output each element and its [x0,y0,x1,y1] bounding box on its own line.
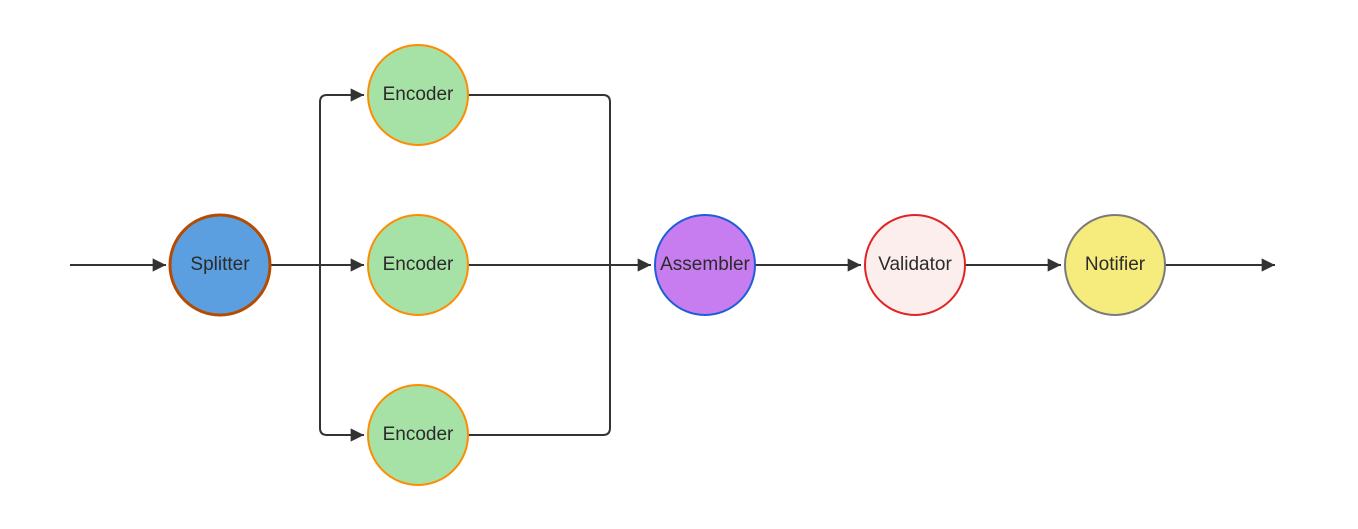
node-validator: Validator [865,215,965,315]
edge-encoder3-assembler [468,265,610,435]
node-splitter-label: Splitter [190,254,250,275]
pipeline-diagram: Splitter Encoder Encoder Encoder Assembl… [0,0,1358,529]
node-splitter: Splitter [170,215,270,315]
node-encoder-2-label: Encoder [383,254,454,275]
node-encoder-3: Encoder [368,385,468,485]
edge-encoder1-assembler [468,95,610,265]
node-encoder-3-label: Encoder [383,424,454,445]
node-assembler: Assembler [655,215,755,315]
node-assembler-label: Assembler [660,254,750,275]
node-encoder-1: Encoder [368,45,468,145]
node-notifier: Notifier [1065,215,1165,315]
edge-splitter-encoder1 [320,95,364,265]
node-encoder-1-label: Encoder [383,84,454,105]
node-encoder-2: Encoder [368,215,468,315]
node-validator-label: Validator [878,254,952,275]
node-notifier-label: Notifier [1085,254,1146,275]
edge-splitter-encoder3 [320,265,364,435]
